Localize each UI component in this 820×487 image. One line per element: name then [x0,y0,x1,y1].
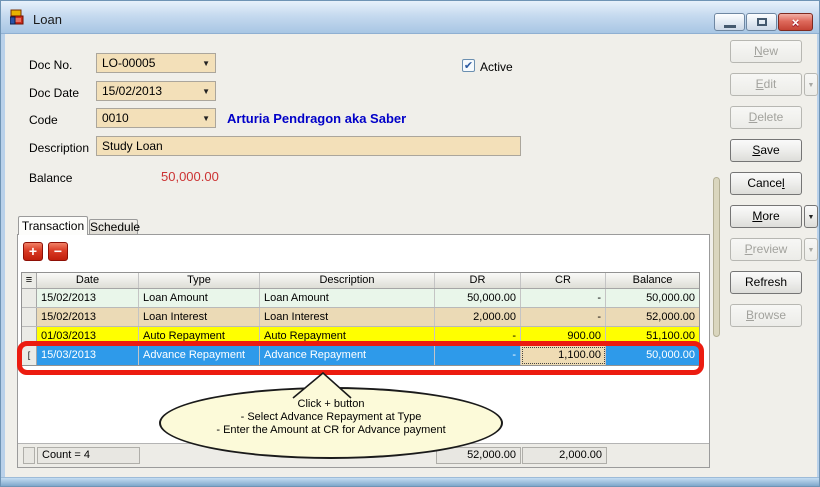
cell-cr[interactable]: - [521,289,606,307]
refresh-button[interactable]: Refresh [730,271,802,294]
balance-value: 50,000.00 [161,169,219,184]
cell-balance[interactable]: 52,000.00 [606,308,699,326]
window-bottom-border [1,477,819,486]
cell-date[interactable]: 15/02/2013 [37,289,139,307]
column-header-description[interactable]: Description [260,273,435,288]
panel-splitter[interactable] [713,177,720,337]
doc-date-combo[interactable]: 15/02/2013 ▼ [96,81,216,101]
save-button[interactable]: Save [730,139,802,162]
code-label: Code [29,113,58,127]
preview-button: Preview [730,238,802,261]
cr-total: 2,000.00 [522,447,607,464]
code-display-name: Arturia Pendragon aka Saber [227,111,407,126]
combo-arrow-icon[interactable]: ▼ [202,114,210,123]
maximize-button[interactable] [746,13,777,31]
browse-button: Browse [730,304,802,327]
cell-description[interactable]: Loan Amount [260,289,435,307]
callout-line: Click + button [297,398,365,410]
maximize-icon [756,18,767,26]
cell-dr[interactable]: 50,000.00 [435,289,521,307]
column-header-date[interactable]: Date [37,273,139,288]
more-dropdown-button[interactable]: ▼ [804,205,818,228]
cell-description[interactable]: Loan Interest [260,308,435,326]
row-indicator[interactable] [22,308,37,326]
preview-dropdown-button: ▼ [804,238,818,261]
minus-icon: − [53,243,63,259]
minimize-icon [723,24,736,28]
column-header-dr[interactable]: DR [435,273,521,288]
cell-balance[interactable]: 50,000.00 [606,289,699,307]
cell-date[interactable]: 15/02/2013 [37,308,139,326]
description-label: Description [29,141,90,155]
table-row[interactable]: 15/02/2013 Loan Interest Loan Interest 2,00… [22,308,699,327]
tab-transaction[interactable]: Transaction [18,216,88,235]
callout-line: - Select Advance Repayment at Type [240,411,422,423]
dr-total: 52,000.00 [436,447,521,464]
active-checkbox[interactable]: ✔ [462,59,475,72]
highlight-rectangle [17,341,704,375]
balance-label: Balance [29,171,73,185]
row-indicator[interactable] [22,289,37,307]
close-button[interactable]: × [778,13,813,31]
edit-button: Edit [730,73,802,96]
callout-pointer [292,372,352,399]
footer-indicator-cell [23,447,35,464]
check-icon: ✔ [463,60,474,72]
app-icon [10,9,24,25]
cancel-button[interactable]: Cancel [730,172,802,195]
description-value: Study Loan [102,139,163,153]
delete-button: Delete [730,106,802,129]
loan-window: Loan × Doc No. LO-00005 ▼ Doc Date 15/02… [0,0,820,487]
edit-dropdown-button: ▼ [804,73,818,96]
combo-arrow-icon[interactable]: ▼ [202,87,210,96]
column-header-balance[interactable]: Balance [606,273,699,288]
doc-date-label: Doc Date [29,86,80,100]
cell-type[interactable]: Loan Amount [139,289,260,307]
active-label: Active [480,60,513,74]
table-row[interactable]: 15/02/2013 Loan Amount Loan Amount 50,000.0… [22,289,699,308]
window-title: Loan [33,12,62,27]
minimize-button[interactable] [714,13,745,31]
grid-options-icon[interactable]: ≡ [22,273,37,288]
remove-row-button[interactable]: − [48,242,68,261]
close-icon: × [791,14,800,30]
code-combo[interactable]: 0010 ▼ [96,108,216,128]
doc-no-combo[interactable]: LO-00005 ▼ [96,53,216,73]
cell-type[interactable]: Loan Interest [139,308,260,326]
cell-cr[interactable]: - [521,308,606,326]
cell-dr[interactable]: 2,000.00 [435,308,521,326]
code-value: 0010 [102,111,129,125]
tab-schedule[interactable]: Schedule [89,219,140,235]
plus-icon: + [28,243,38,259]
row-count: Count = 4 [37,447,140,464]
column-header-type[interactable]: Type [139,273,260,288]
add-row-button[interactable]: + [23,242,43,261]
description-input[interactable]: Study Loan [96,136,521,156]
column-header-cr[interactable]: CR [521,273,606,288]
doc-no-label: Doc No. [29,58,73,72]
more-button[interactable]: More [730,205,802,228]
doc-no-value: LO-00005 [102,56,156,70]
doc-date-value: 15/02/2013 [102,84,163,98]
combo-arrow-icon[interactable]: ▼ [202,59,210,68]
new-button: New [730,40,802,63]
title-bar[interactable]: Loan × [1,1,819,34]
callout-line: - Enter the Amount at CR for Advance pay… [216,424,446,436]
